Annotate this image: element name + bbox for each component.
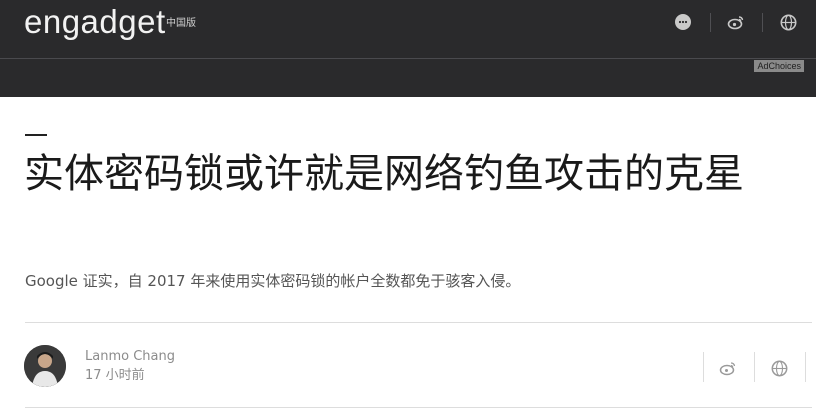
article-subtitle: Google 证实，自 2017 年来使用实体密码锁的帐户全数都免于骇客入侵。 [25,272,521,290]
globe-icon[interactable] [780,14,797,31]
chat-icon[interactable] [675,14,691,30]
site-header: engadget 中国版 AdChoices [0,0,816,97]
title-accent-mark [25,134,47,136]
engadget-logo[interactable]: engadget [24,2,166,42]
share-separator [703,352,704,382]
publish-time: 17 小时前 [85,368,145,383]
author-avatar[interactable] [24,345,66,387]
author-name[interactable]: Lanmo Chang [85,348,175,365]
header-divider [0,58,816,59]
byline-divider-top [25,322,812,323]
header-separator [710,13,711,32]
header-separator [762,13,763,32]
globe-share-icon[interactable] [771,360,788,377]
weibo-icon[interactable] [727,14,745,30]
share-separator [754,352,755,382]
byline-divider-bottom [25,407,812,408]
adchoices-badge[interactable]: AdChoices [754,60,804,72]
article-title: 实体密码锁或许就是网络钓鱼攻击的克星 [24,151,744,197]
weibo-share-icon[interactable] [719,360,737,376]
share-separator [805,352,806,382]
logo-edition-label: 中国版 [166,18,196,29]
